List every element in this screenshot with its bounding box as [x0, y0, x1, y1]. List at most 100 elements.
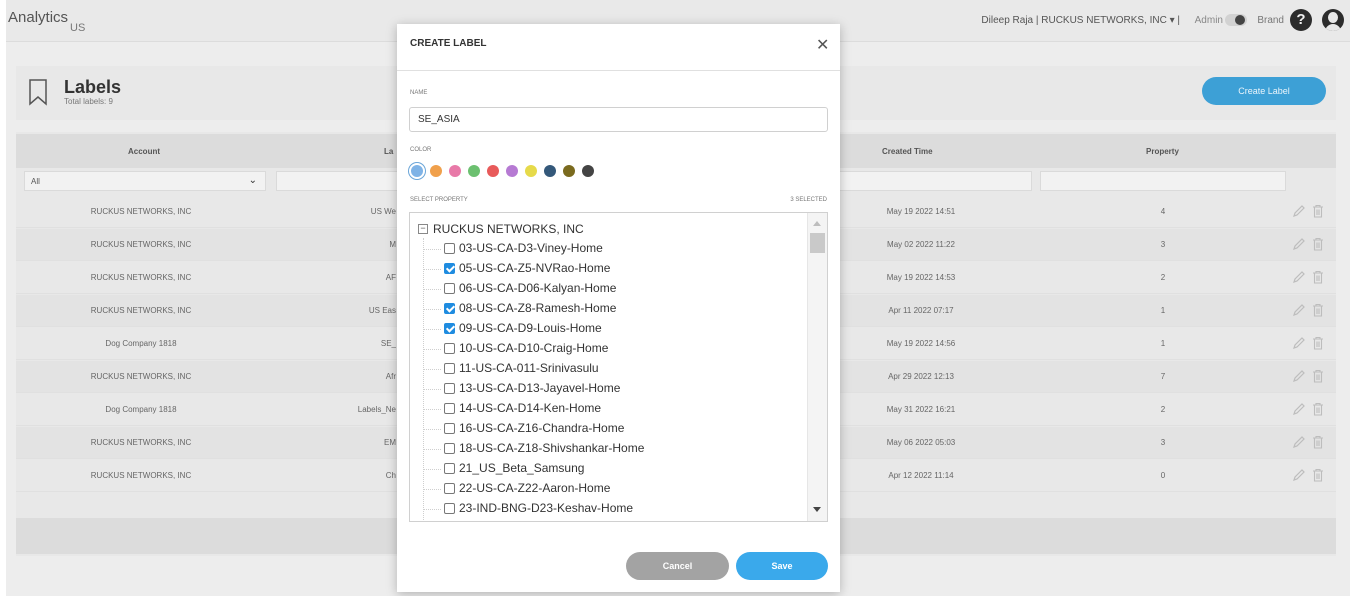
checkbox[interactable]: [444, 383, 455, 394]
scroll-thumb[interactable]: [810, 233, 825, 253]
checkbox[interactable]: [444, 443, 455, 454]
trash-icon[interactable]: [1312, 435, 1324, 449]
account-filter-select[interactable]: All ⌄: [24, 171, 266, 191]
tree-item-label[interactable]: 09-US-CA-D9-Louis-Home: [459, 321, 602, 335]
trash-icon[interactable]: [1312, 369, 1324, 383]
account-cell: RUCKUS NETWORKS, INC: [90, 207, 192, 216]
trash-icon[interactable]: [1312, 204, 1324, 218]
color-swatch[interactable]: [430, 165, 442, 177]
tree-item-label[interactable]: 11-US-CA-011-Srinivasulu: [459, 361, 599, 375]
property-cell: 3: [1160, 240, 1166, 249]
account-filter-value: All: [31, 177, 40, 186]
checkbox[interactable]: [444, 283, 455, 294]
label-cell: US Eas: [368, 306, 396, 315]
tree-item-label[interactable]: 23-IND-BNG-D23-Keshav-Home: [459, 501, 633, 515]
admin-label: Admin: [1194, 15, 1223, 26]
name-input[interactable]: [409, 107, 828, 132]
tree-item-label[interactable]: 14-US-CA-D14-Ken-Home: [459, 401, 601, 415]
pencil-icon[interactable]: [1292, 468, 1306, 482]
trash-icon[interactable]: [1312, 303, 1324, 317]
trash-icon[interactable]: [1312, 402, 1324, 416]
tree-guide-line: [423, 238, 424, 521]
row-actions: [1292, 303, 1328, 319]
column-header-label[interactable]: La: [384, 147, 393, 156]
app-brand[interactable]: Analytics: [8, 9, 68, 26]
scroll-down-icon[interactable]: [813, 507, 821, 512]
label-filter-input[interactable]: [276, 171, 406, 191]
checkbox[interactable]: [444, 403, 455, 414]
checkbox[interactable]: [444, 343, 455, 354]
collapse-toggle-icon[interactable]: −: [418, 224, 428, 234]
pencil-icon[interactable]: [1292, 270, 1306, 284]
created-time-cell: May 31 2022 16:21: [886, 405, 956, 414]
property-cell: 3: [1160, 438, 1166, 447]
help-icon[interactable]: ?: [1290, 9, 1312, 31]
color-swatch[interactable]: [449, 165, 461, 177]
pencil-icon[interactable]: [1292, 204, 1306, 218]
checkbox[interactable]: [444, 323, 455, 334]
label-cell: AF: [385, 273, 396, 282]
brand-toggle[interactable]: [1225, 14, 1247, 26]
pencil-icon[interactable]: [1292, 303, 1306, 317]
tree-item-label[interactable]: 10-US-CA-D10-Craig-Home: [459, 341, 608, 355]
save-button[interactable]: Save: [736, 552, 828, 580]
property-filter-input[interactable]: [1040, 171, 1286, 191]
created-time-cell: May 19 2022 14:51: [886, 207, 956, 216]
tree-item-label[interactable]: 05-US-CA-Z5-NVRao-Home: [459, 261, 610, 275]
pencil-icon[interactable]: [1292, 237, 1306, 251]
tree-item-label[interactable]: 06-US-CA-D06-Kalyan-Home: [459, 281, 616, 295]
checkbox[interactable]: [444, 503, 455, 514]
checkbox[interactable]: [444, 303, 455, 314]
trash-icon[interactable]: [1312, 270, 1324, 284]
color-swatch[interactable]: [582, 165, 594, 177]
color-swatch[interactable]: [409, 163, 425, 179]
column-header-created-time[interactable]: Created Time: [882, 147, 933, 156]
user-avatar-icon[interactable]: [1322, 9, 1344, 31]
color-swatch[interactable]: [487, 165, 499, 177]
property-cell: 4: [1160, 207, 1166, 216]
tree-scrollbar[interactable]: [807, 213, 827, 521]
pencil-icon[interactable]: [1292, 369, 1306, 383]
tree-item-label[interactable]: 21_US_Beta_Samsung: [459, 461, 584, 475]
created-time-cell: Apr 12 2022 11:14: [888, 471, 954, 480]
row-actions: [1292, 204, 1328, 220]
tree-item-label[interactable]: 13-US-CA-D13-Jayavel-Home: [459, 381, 620, 395]
row-actions: [1292, 435, 1328, 451]
trash-icon[interactable]: [1312, 468, 1324, 482]
checkbox[interactable]: [444, 423, 455, 434]
color-swatch[interactable]: [563, 165, 575, 177]
tree-item-label[interactable]: 08-US-CA-Z8-Ramesh-Home: [459, 301, 616, 315]
tree-item-label[interactable]: 16-US-CA-Z16-Chandra-Home: [459, 421, 624, 435]
tree-item-label[interactable]: 03-US-CA-D3-Viney-Home: [459, 241, 603, 255]
column-header-property[interactable]: Property: [1146, 147, 1179, 156]
account-cell: Dog Company 1818: [105, 339, 177, 348]
checkbox[interactable]: [444, 243, 455, 254]
cancel-button[interactable]: Cancel: [626, 552, 729, 580]
account-cell: RUCKUS NETWORKS, INC: [90, 240, 192, 249]
color-swatch[interactable]: [544, 165, 556, 177]
account-cell: RUCKUS NETWORKS, INC: [90, 471, 192, 480]
created-time-cell: Apr 29 2022 12:13: [888, 372, 954, 381]
create-label-button[interactable]: Create Label: [1202, 77, 1326, 105]
trash-icon[interactable]: [1312, 237, 1324, 251]
user-account-menu[interactable]: Dileep Raja | RUCKUS NETWORKS, INC ▾ |: [981, 15, 1180, 26]
checkbox[interactable]: [444, 363, 455, 374]
tree-item-label[interactable]: 18-US-CA-Z18-Shivshankar-Home: [459, 441, 644, 455]
close-icon[interactable]: ✕: [816, 38, 829, 54]
pencil-icon[interactable]: [1292, 435, 1306, 449]
checkbox[interactable]: [444, 463, 455, 474]
pencil-icon[interactable]: [1292, 402, 1306, 416]
color-swatch[interactable]: [506, 165, 518, 177]
property-cell: 2: [1160, 273, 1166, 282]
checkbox[interactable]: [444, 483, 455, 494]
tree-root-label[interactable]: RUCKUS NETWORKS, INC: [433, 222, 584, 236]
color-swatch[interactable]: [468, 165, 480, 177]
scroll-up-icon[interactable]: [813, 221, 821, 226]
checkbox[interactable]: [444, 263, 455, 274]
property-cell: 1: [1160, 339, 1166, 348]
trash-icon[interactable]: [1312, 336, 1324, 350]
color-swatch[interactable]: [525, 165, 537, 177]
column-header-account[interactable]: Account: [128, 147, 160, 156]
pencil-icon[interactable]: [1292, 336, 1306, 350]
tree-item-label[interactable]: 22-US-CA-Z22-Aaron-Home: [459, 481, 610, 495]
